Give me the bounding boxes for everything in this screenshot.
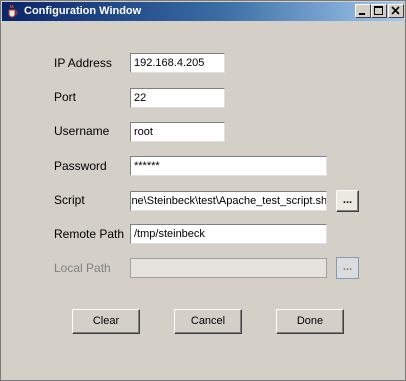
ip-address-label: IP Address xyxy=(54,56,112,70)
local-path-browse-button: ... xyxy=(336,257,359,279)
remote-path-label: Remote Path xyxy=(54,227,125,241)
local-path-label: Local Path xyxy=(54,261,111,275)
close-button[interactable] xyxy=(388,4,404,18)
done-button[interactable]: Done xyxy=(276,309,344,334)
script-browse-button[interactable]: ... xyxy=(336,190,359,212)
maximize-button[interactable] xyxy=(371,4,387,18)
script-field[interactable]: ine\Steinbeck\test\Apache_test_script.sh xyxy=(130,191,327,211)
password-label: Password xyxy=(54,159,107,173)
port-field[interactable]: 22 xyxy=(130,88,225,108)
script-field-value: ine\Steinbeck\test\Apache_test_script.sh xyxy=(130,195,327,207)
cancel-button[interactable]: Cancel xyxy=(174,309,242,334)
local-path-field xyxy=(130,258,327,278)
port-label: Port xyxy=(54,90,77,104)
configuration-window: Configuration Window IP Address 192.168.… xyxy=(0,0,406,381)
title-bar[interactable]: Configuration Window xyxy=(2,2,404,21)
java-cup-icon xyxy=(5,4,20,19)
username-field[interactable]: root xyxy=(130,122,225,142)
script-label: Script xyxy=(54,193,85,207)
clear-button[interactable]: Clear xyxy=(72,309,140,334)
minimize-button[interactable] xyxy=(355,4,371,18)
username-label: Username xyxy=(54,124,110,138)
window-title: Configuration Window xyxy=(24,5,142,17)
password-field[interactable]: ****** xyxy=(130,156,327,176)
remote-path-field[interactable]: /tmp/steinbeck xyxy=(130,224,327,244)
ip-address-field[interactable]: 192.168.4.205 xyxy=(130,53,225,73)
